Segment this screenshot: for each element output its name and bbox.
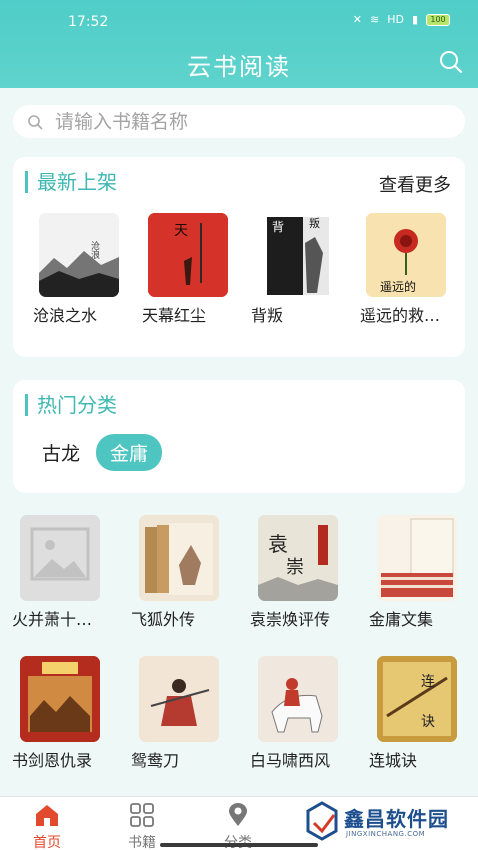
search-icon (28, 114, 43, 129)
home-indicator (160, 843, 318, 847)
book-cover-art: 遥远的 (366, 213, 446, 297)
book-cover: 沧浪 (39, 213, 119, 297)
status-time: 17:52 (68, 14, 109, 30)
book-cover (139, 656, 219, 742)
watermark-logo (306, 801, 338, 841)
category-chip-gulong[interactable]: 古龙 (38, 435, 84, 470)
search-icon[interactable] (438, 49, 464, 75)
location-pin-icon (229, 803, 247, 826)
image-placeholder-icon (20, 515, 100, 601)
nav-home[interactable]: 首页 (17, 803, 77, 850)
search-bar[interactable] (13, 105, 465, 138)
book-cover-art (377, 515, 457, 601)
app-title: 云书阅读 (187, 53, 291, 81)
wifi-icon: ≋ (369, 13, 380, 26)
hot-category-card: 热门分类 古龙 金庸 (13, 380, 465, 493)
book-cover-art: 连 诀 (377, 656, 457, 742)
svg-text:沧浪: 沧浪 (89, 240, 100, 260)
category-chip-jinyong[interactable]: 金庸 (96, 434, 163, 471)
book-name: 沧浪之水 (33, 306, 98, 325)
book-item[interactable]: 遥远的 遥远的救… (360, 213, 469, 326)
svg-text:连: 连 (421, 674, 435, 690)
book-cover-art (139, 656, 219, 742)
book-item[interactable]: 沧浪 沧浪之水 (33, 213, 142, 326)
book-name: 飞狐外传 (131, 610, 196, 629)
grid-book-item[interactable]: 连 诀 连城诀 (369, 656, 475, 771)
book-cover-art (258, 656, 338, 742)
book-cover-art (139, 515, 219, 601)
book-name: 书剑恩仇录 (12, 751, 93, 770)
book-cover-art: 沧浪 (39, 213, 119, 297)
svg-text:遥远的: 遥远的 (380, 279, 416, 294)
svg-text:诀: 诀 (421, 714, 435, 730)
book-cover: 连 诀 (377, 656, 457, 742)
mute-icon: ✕ (352, 13, 362, 26)
svg-text:崇: 崇 (286, 557, 304, 578)
signal-icon: ▮ (411, 13, 418, 26)
battery-icon: 100 (426, 13, 450, 26)
grid-book-item[interactable]: 金庸文集 (369, 515, 475, 630)
book-item[interactable]: 天 天幕红尘 (142, 213, 251, 326)
book-cover (377, 515, 457, 601)
book-cover-art (20, 656, 100, 742)
new-book-list: 沧浪 沧浪之水 天 天幕红尘 背 叛 背叛 遥远的 遥远的救… (33, 213, 469, 326)
app-header: 17:52 ✕ ≋ HD ▮ 100 云书阅读 (0, 0, 478, 88)
section-title: 最新上架 (25, 171, 117, 193)
book-cover (139, 515, 219, 601)
watermark-subtext: JINGXINCHANG.COM (346, 830, 426, 838)
book-cover: 背 叛 (257, 213, 337, 297)
book-item[interactable]: 背 叛 背叛 (251, 213, 360, 326)
book-name: 遥远的救… (360, 306, 441, 325)
watermark-text: 鑫昌软件园 (344, 807, 449, 831)
category-row: 古龙 金庸 (38, 434, 163, 471)
svg-text:叛: 叛 (309, 216, 320, 230)
watermark: 鑫昌软件园 JINGXINCHANG.COM (304, 801, 464, 845)
grid-icon (130, 803, 154, 827)
grid-book-item[interactable]: 书剑恩仇录 (12, 656, 118, 771)
book-cover: 遥远的 (366, 213, 446, 297)
grid-book-item[interactable]: 鸳鸯刀 (131, 656, 237, 771)
grid-book-item[interactable]: 火并萧十… (12, 515, 118, 630)
book-cover-art: 天 (148, 213, 228, 297)
book-cover: 天 (148, 213, 228, 297)
book-cover (258, 656, 338, 742)
book-cover (20, 515, 100, 601)
nav-label: 书籍 (128, 835, 156, 850)
book-name: 背叛 (251, 306, 284, 325)
book-name: 连城诀 (369, 751, 418, 770)
book-cover: 袁 崇 (258, 515, 338, 601)
book-name: 白马啸西风 (250, 751, 331, 770)
nav-label: 分类 (208, 832, 268, 850)
book-cover (20, 656, 100, 742)
svg-text:背: 背 (272, 220, 284, 234)
book-name: 鸳鸯刀 (131, 751, 180, 770)
new-shelf-card: 最新上架 查看更多 沧浪 沧浪之水 天 天幕红尘 背 叛 背叛 遥远的 遥远的救… (13, 157, 465, 357)
book-name: 天幕红尘 (142, 306, 207, 325)
nav-label: 首页 (33, 835, 61, 850)
search-input[interactable] (55, 110, 435, 133)
svg-text:袁: 袁 (268, 532, 288, 556)
book-cover-art: 背 叛 (257, 213, 337, 297)
view-more-link[interactable]: 查看更多 (379, 171, 451, 197)
grid-book-item[interactable]: 袁 崇 袁崇焕评传 (250, 515, 356, 630)
book-name: 火并萧十… (12, 610, 93, 629)
book-cover-art: 袁 崇 (258, 515, 338, 601)
book-name: 金庸文集 (369, 610, 434, 629)
status-icons: ✕ ≋ HD ▮ 100 (353, 13, 450, 26)
section-title: 热门分类 (25, 394, 117, 416)
svg-text:天: 天 (174, 223, 188, 239)
book-name: 袁崇焕评传 (250, 610, 331, 629)
home-icon (36, 805, 58, 826)
hd-icon: HD (387, 13, 404, 26)
grid-book-item[interactable]: 白马啸西风 (250, 656, 356, 771)
grid-book-item[interactable]: 飞狐外传 (131, 515, 237, 630)
status-bar: 17:52 ✕ ≋ HD ▮ 100 (0, 10, 478, 34)
